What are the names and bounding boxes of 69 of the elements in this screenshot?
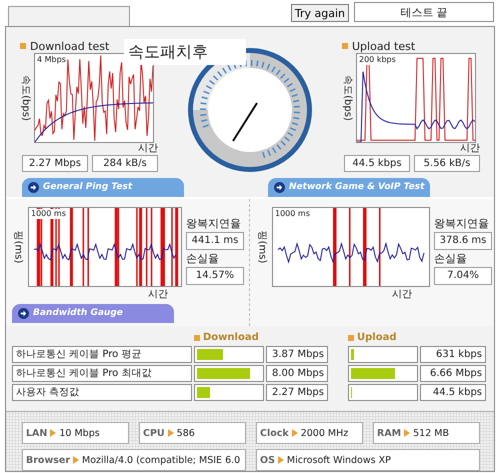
stat-label: 손실율 bbox=[186, 250, 220, 266]
axis-max-label: 4 Mbps bbox=[37, 55, 66, 65]
axis-label: 시간 bbox=[392, 288, 413, 301]
tab[interactable] bbox=[8, 6, 130, 26]
arrow-icon bbox=[28, 182, 39, 193]
triangle-icon bbox=[404, 429, 410, 438]
panel-title: Download test bbox=[30, 40, 110, 52]
bullet-icon bbox=[20, 43, 26, 49]
axis-label: 핑(ms) bbox=[255, 230, 268, 264]
info-value: 10 Mbps bbox=[59, 428, 100, 439]
stat-label: 왕복지연율 bbox=[434, 216, 490, 231]
triangle-icon bbox=[73, 456, 80, 464]
arrow-icon bbox=[18, 308, 29, 319]
triangle-icon bbox=[168, 429, 174, 438]
stat-label: 왕복지연율 bbox=[186, 216, 242, 231]
info-value: Microsoft Windows XP bbox=[286, 454, 391, 466]
table-cell: 631 kbps bbox=[420, 346, 486, 363]
row-label: 하나로통신 케이블 Pro 최대값 bbox=[12, 364, 192, 382]
speed-reading: 2.27 Mbps bbox=[22, 155, 88, 172]
axis-label: 시간 bbox=[148, 288, 169, 301]
arrow-icon bbox=[274, 182, 285, 193]
info-label: LAN bbox=[26, 428, 48, 439]
info-value: Mozilla/4.0 (compatible; MSIE 6.0 bbox=[82, 454, 240, 466]
info-value: 512 MB bbox=[413, 428, 449, 439]
table-cell: 44.5 kbps bbox=[420, 384, 486, 401]
axis-max-label: 1000 ms bbox=[275, 208, 310, 219]
stat-label: 손실율 bbox=[434, 250, 468, 266]
section-tab[interactable]: Bandwidth Gauge bbox=[12, 304, 174, 323]
section-tab[interactable]: Network Game & VoIP Test bbox=[268, 178, 430, 197]
axis-label: 속도(bps) bbox=[19, 75, 32, 121]
table-cell: 8.00 Mbps bbox=[266, 364, 328, 382]
speed-reading: 44.5 kbps bbox=[344, 155, 410, 172]
info-label: RAM bbox=[377, 428, 402, 439]
table-cell: 2.27 Mbps bbox=[266, 384, 328, 401]
loss-value: 14.57% bbox=[186, 266, 244, 285]
section-tab[interactable]: General Ping Test bbox=[22, 178, 184, 197]
loss-value: 7.04% bbox=[434, 266, 492, 285]
info-label: CPU bbox=[143, 428, 165, 439]
latency-value: 441.1 ms bbox=[186, 232, 244, 250]
axis-label: 시간 bbox=[460, 143, 480, 155]
axis-max-label: 200 kbps bbox=[359, 55, 396, 65]
bullet-icon bbox=[348, 334, 354, 341]
caption: 속도패치후 bbox=[124, 39, 246, 65]
try-again-button[interactable]: Try again bbox=[290, 4, 349, 22]
row-label: 사용자 측정값 bbox=[12, 384, 192, 401]
speed-reading: 5.56 kB/s bbox=[414, 155, 480, 172]
bullet-icon bbox=[342, 43, 348, 49]
info-value: 2000 MHz bbox=[300, 428, 348, 439]
column-header: Upload bbox=[357, 332, 396, 344]
status-field: 테스트 끝 bbox=[354, 2, 494, 22]
axis-label: 속도(bps) bbox=[341, 75, 354, 121]
info-label: Browser bbox=[26, 454, 70, 466]
triangle-icon bbox=[278, 456, 284, 464]
latency-value: 378.6 ms bbox=[434, 232, 492, 250]
speed-reading: 284 kB/s bbox=[92, 155, 158, 172]
axis-label: 핑(ms) bbox=[11, 230, 24, 264]
axis-label: 시간 bbox=[138, 143, 158, 155]
info-label: Clock bbox=[260, 428, 289, 439]
bullet-icon bbox=[194, 334, 200, 341]
column-header: Download bbox=[203, 332, 259, 344]
row-label: 하나로통신 케이블 Pro 평균 bbox=[12, 346, 192, 363]
triangle-icon bbox=[50, 429, 56, 438]
table-cell: 3.87 Mbps bbox=[266, 346, 328, 363]
info-label: OS bbox=[260, 454, 275, 466]
table-cell: 6.66 Mbps bbox=[420, 364, 486, 382]
axis-max-label: 1000 ms bbox=[31, 208, 66, 219]
triangle-icon bbox=[292, 429, 298, 438]
panel-title: Upload test bbox=[352, 40, 416, 52]
info-value: 586 bbox=[176, 428, 195, 439]
